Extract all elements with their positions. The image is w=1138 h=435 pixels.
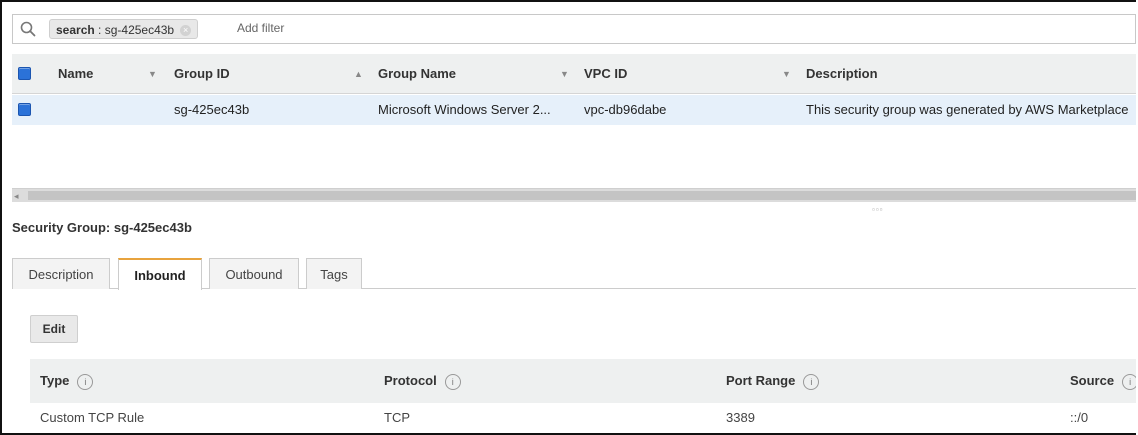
cell-group-name: Microsoft Windows Server 2... — [378, 102, 551, 117]
table-row[interactable]: sg-425ec43b Microsoft Windows Server 2..… — [12, 95, 1136, 125]
horizontal-scrollbar[interactable]: ◂ — [12, 188, 1136, 202]
rule-port-range: 3389 — [726, 410, 755, 425]
scrollbar-thumb[interactable] — [28, 191, 1136, 200]
rules-header-protocol-label: Protocol — [384, 373, 437, 388]
cell-vpc-id: vpc-db96dabe — [584, 102, 667, 117]
column-header-group-id[interactable]: Group ID — [174, 54, 230, 93]
rules-table-header: Type i Protocol i Port Range i Source i — [30, 359, 1136, 403]
cell-group-id: sg-425ec43b — [174, 102, 250, 117]
sort-icon[interactable]: ▼ — [560, 54, 569, 94]
rule-protocol: TCP — [384, 410, 410, 425]
column-header-name[interactable]: Name — [58, 54, 93, 93]
info-icon[interactable]: i — [444, 373, 461, 390]
select-all-checkbox[interactable] — [18, 67, 31, 80]
rules-header-source-label: Source — [1070, 373, 1115, 388]
tab-inbound[interactable]: Inbound — [118, 258, 202, 290]
grid-empty-area — [12, 125, 1136, 187]
search-icon[interactable] — [19, 20, 37, 38]
panel-title: Security Group: sg-425ec43b — [12, 220, 192, 235]
close-icon[interactable]: × — [180, 25, 192, 37]
column-header-vpc-id[interactable]: VPC ID — [584, 54, 627, 93]
rules-header-port-range: Port Range i — [726, 359, 820, 403]
rule-source: ::/0 — [1070, 410, 1089, 425]
tab-description[interactable]: Description — [12, 258, 110, 289]
rules-header-source: Source i — [1070, 359, 1136, 403]
panel-resize-handle[interactable]: ▫▫▫ — [872, 205, 884, 214]
table-row: Custom TCP Rule TCP 3389 ::/0 — [30, 403, 1136, 433]
add-filter-input[interactable]: Add filter — [237, 21, 284, 35]
tab-tags[interactable]: Tags — [306, 258, 362, 289]
filter-chip-key: search — [56, 23, 95, 37]
filter-chip-value: sg-425ec43b — [104, 23, 175, 37]
tab-outbound[interactable]: Outbound — [209, 258, 299, 289]
filter-chip[interactable]: search : sg-425ec43b × — [49, 19, 199, 39]
scroll-left-icon[interactable]: ◂ — [14, 189, 19, 203]
info-icon[interactable]: i — [1122, 373, 1136, 390]
info-icon[interactable]: i — [803, 373, 820, 390]
column-header-description[interactable]: Description — [806, 54, 878, 93]
sort-icon[interactable]: ▼ — [782, 54, 791, 94]
rules-header-protocol: Protocol i — [384, 359, 461, 403]
grid-header: Name ▼ Group ID ▲ Group Name ▼ VPC ID ▼ … — [12, 54, 1136, 94]
info-icon[interactable]: i — [77, 373, 94, 390]
console-frame: search : sg-425ec43b × Add filter Name ▼ … — [0, 0, 1136, 435]
column-header-group-name[interactable]: Group Name — [378, 54, 456, 93]
tab-bar: Description Inbound Outbound Tags — [12, 256, 1136, 290]
rules-header-type-label: Type — [40, 373, 70, 388]
rule-type: Custom TCP Rule — [40, 410, 145, 425]
rules-header-type: Type i — [40, 359, 94, 403]
filter-bar[interactable]: search : sg-425ec43b × Add filter — [12, 14, 1136, 44]
sort-ascending-icon[interactable]: ▲ — [354, 54, 363, 94]
cell-description: This security group was generated by AWS… — [806, 102, 1129, 117]
row-checkbox[interactable] — [18, 103, 31, 116]
rules-header-port-range-label: Port Range — [726, 373, 796, 388]
sort-icon[interactable]: ▼ — [148, 54, 157, 94]
edit-button[interactable]: Edit — [30, 315, 78, 343]
